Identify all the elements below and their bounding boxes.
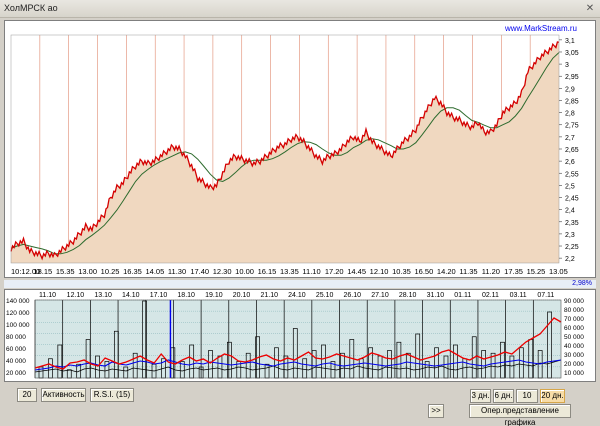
date-label: 12.10: [67, 292, 85, 299]
range-20d-button[interactable]: 20 дн.: [540, 389, 565, 403]
y-tick-label: 2,7: [565, 135, 575, 142]
price-chart: 3,1 3,05 3 2,95 2,9 2,85 2,8 2,75 2,7 2,65 2,6 2,55…: [4, 20, 596, 278]
y-tick-label: 3,05: [565, 50, 579, 57]
y-tick-label: 2,4: [565, 208, 575, 215]
date-label: 31.10: [427, 292, 445, 299]
x-tick-label: 14.05: [146, 267, 165, 276]
x-tick-label: 15.35: [56, 267, 75, 276]
x-tick-label: 18.15: [33, 267, 52, 276]
y-tick-label: 2,9: [565, 86, 575, 93]
volume-left-label: 40 000: [6, 358, 26, 365]
date-label: 14.10: [122, 292, 140, 299]
y-tick-label: 2,85: [565, 98, 579, 105]
y-tick-label: 3: [565, 62, 569, 69]
range-10d-button[interactable]: 10 дн.: [516, 389, 538, 412]
x-tick-label: 11.10: [302, 267, 320, 276]
percent-change: 2,98%: [572, 280, 592, 287]
volume-right-label: 40 000: [564, 343, 584, 350]
x-tick-label: 15.25: [527, 267, 546, 276]
date-label: 18.10: [177, 292, 195, 299]
x-tick-label: 13.00: [78, 267, 97, 276]
y-tick-label: 2,95: [565, 74, 579, 81]
y-tick-label: 2,3: [565, 232, 575, 239]
activity-button[interactable]: Активность: [41, 388, 86, 402]
volume-chart: 11.10 12.10 13.10 14.10 17.10 18.10 19.10 20.10…: [4, 289, 596, 382]
y-tick-label: 2,65: [565, 147, 579, 154]
date-label: 24.10: [288, 292, 306, 299]
date-label: 28.10: [399, 292, 417, 299]
y-tick-label: 2,35: [565, 220, 579, 227]
volume-right-label: 10 000: [564, 370, 584, 377]
y-tick-label: 2,75: [565, 123, 579, 130]
volume-right-label: 30 000: [564, 352, 584, 359]
volume-chart-svg: 11.10 12.10 13.10 14.10 17.10 18.10 19.10 20.10…: [6, 292, 584, 379]
x-tick-label: 16.35: [123, 267, 142, 276]
volume-left-label: 60 000: [6, 346, 26, 353]
volume-left-label: 20 000: [6, 370, 26, 377]
date-label: 02.11: [482, 292, 499, 299]
x-tick-label: 11.30: [168, 267, 186, 276]
range-6d-button[interactable]: 6 дн.: [493, 389, 514, 403]
date-label: 27.10: [371, 292, 389, 299]
y-tick-label: 2,8: [565, 111, 575, 118]
x-tick-label: 10.00: [235, 267, 254, 276]
date-label: 01.11: [454, 292, 471, 299]
y-tick-label: 3,1: [565, 38, 575, 45]
y-tick-label: 2,2: [565, 256, 575, 263]
x-tick-label: 17.20: [325, 267, 344, 276]
price-area: [11, 42, 559, 263]
y-tick-label: 2,5: [565, 183, 575, 190]
rsi-button[interactable]: R.S.I. (15): [90, 388, 134, 402]
price-chart-svg: 3,1 3,05 3 2,95 2,9 2,85 2,8 2,75 2,7 2,65 2,6 2,55…: [10, 34, 579, 276]
x-tick-label: 17.35: [504, 267, 523, 276]
title-bar: ХолМРСК ао ✕: [0, 0, 600, 18]
x-tick-label: 12.10: [370, 267, 389, 276]
date-label: 19.10: [205, 292, 223, 299]
next-button[interactable]: >>: [428, 404, 444, 418]
x-tick-label: 14.45: [347, 267, 366, 276]
x-tick-label: 14.20: [437, 267, 456, 276]
date-label: 17.10: [150, 292, 168, 299]
date-label: 07.11: [537, 292, 554, 299]
date-label: 21.10: [260, 292, 278, 299]
percent-strip: 2,98%: [4, 280, 596, 288]
volume-right-label: 80 000: [564, 307, 584, 314]
date-label: 13.10: [94, 292, 112, 299]
y-tick-label: 2,45: [565, 196, 579, 203]
date-label: 20.10: [233, 292, 251, 299]
volume-right-label: 60 000: [564, 325, 584, 332]
date-label: 25.10: [316, 292, 334, 299]
y-tick-label: 2,25: [565, 244, 579, 251]
range-3d-button[interactable]: 3 дн.: [470, 389, 491, 403]
x-tick-label: 11.35: [459, 267, 477, 276]
volume-left-label: 140 000: [6, 298, 30, 305]
y-tick-label: 2,55: [565, 171, 579, 178]
date-label: 03.11: [510, 292, 527, 299]
volume-right-label: 20 000: [564, 361, 584, 368]
y-tick-label: 2,6: [565, 159, 575, 166]
x-tick-label: 13.35: [280, 267, 299, 276]
volume-left-label: 100 000: [6, 322, 30, 329]
x-tick-label: 16.50: [415, 267, 434, 276]
x-tick-label: 16.15: [258, 267, 277, 276]
source-link[interactable]: www.MarkStream.ru: [505, 24, 577, 33]
x-tick-label: 12.30: [213, 267, 232, 276]
volume-left-label: 80 000: [6, 334, 26, 341]
volume-right-label: 70 000: [564, 316, 584, 323]
close-icon[interactable]: ✕: [582, 1, 598, 16]
volume-right-label: 50 000: [564, 334, 584, 341]
date-label: 26.10: [344, 292, 362, 299]
x-tick-label: 13.05: [549, 267, 568, 276]
period-field[interactable]: 20: [17, 388, 37, 402]
x-tick-label: 10.35: [392, 267, 411, 276]
window-title: ХолМРСК ао: [4, 3, 58, 13]
x-tick-label: 11.20: [482, 267, 500, 276]
x-tick-label: 10.25: [101, 267, 120, 276]
volume-right-label: 90 000: [564, 298, 584, 305]
x-tick-label: 17.40: [190, 267, 209, 276]
date-label: 11.10: [39, 292, 56, 299]
volume-left-label: 120 000: [6, 310, 30, 317]
chart-settings-button[interactable]: Опер.представление графика: [469, 404, 571, 426]
